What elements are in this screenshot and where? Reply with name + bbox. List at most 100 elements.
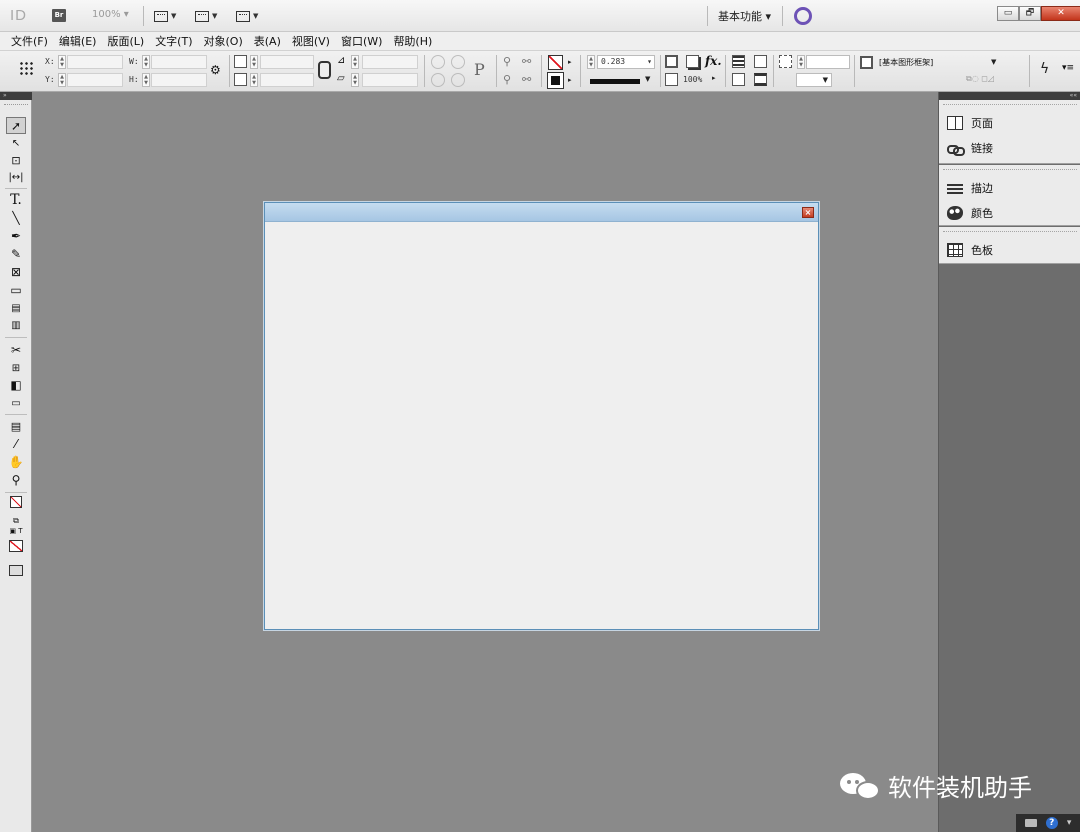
zoom-tool-icon[interactable]: ⚲ — [6, 472, 26, 489]
corner-size-stepper[interactable]: ▲ ▼ — [797, 55, 805, 69]
panel-color[interactable]: 颜色 — [939, 200, 1080, 225]
constrain-proportions-icon[interactable]: ⚙ — [210, 63, 221, 77]
menu-table[interactable]: 表(A) — [254, 33, 281, 49]
zoom-level-dropdown[interactable]: 100% ▾ — [92, 9, 129, 20]
menu-type[interactable]: 文字(T) — [155, 33, 192, 49]
view-options-button[interactable]: ▼ — [154, 7, 184, 25]
chevron-down-icon[interactable]: ▾ — [1067, 818, 1072, 828]
quick-apply-icon[interactable]: ϟ — [1040, 61, 1049, 77]
rectangle-tool-icon[interactable]: ▭ — [6, 282, 26, 299]
arrange-documents-button[interactable]: ▼ — [236, 7, 266, 25]
hand-tool-icon[interactable]: ✋ — [6, 454, 26, 471]
formatting-container-icon[interactable]: ▣ T — [6, 523, 26, 540]
screen-mode-button[interactable]: ▼ — [195, 7, 225, 25]
selection-tool-icon[interactable]: ➚ — [6, 117, 26, 134]
w-field[interactable] — [151, 55, 207, 69]
rotate-stepper[interactable]: ▲ ▼ — [351, 55, 359, 69]
panel-pages[interactable]: 页面 — [939, 110, 1080, 135]
x-stepper[interactable]: ▲ ▼ — [58, 55, 66, 69]
stroke-weight-stepper[interactable]: ▲ ▼ — [587, 55, 595, 69]
flip-horizontal-icon[interactable] — [431, 73, 445, 87]
fill-swatch[interactable] — [548, 55, 563, 70]
h-stepper[interactable]: ▲ ▼ — [142, 73, 150, 87]
pen-tool-icon[interactable]: ✒ — [6, 228, 26, 245]
bridge-button[interactable]: Br — [52, 9, 66, 22]
minimize-button[interactable]: ▭ — [997, 6, 1019, 21]
panel-swatches[interactable]: 色板 — [939, 237, 1080, 262]
stroke-weight-field[interactable]: 0.283 ▾ — [597, 55, 655, 69]
text-wrap-bbox-icon[interactable] — [754, 55, 767, 68]
select-container-icon[interactable]: ⚲ — [503, 55, 511, 68]
menu-help[interactable]: 帮助(H) — [393, 33, 432, 49]
w-stepper[interactable]: ▲ ▼ — [142, 55, 150, 69]
panel-links[interactable]: 链接 — [939, 135, 1080, 160]
stroke-type-dropdown-icon[interactable]: ▼ — [645, 75, 650, 83]
horizontal-grid-tool-icon[interactable]: ▤ — [6, 300, 26, 317]
menu-file[interactable]: 文件(F) — [11, 33, 48, 49]
line-tool-icon[interactable]: ╲ — [6, 210, 26, 227]
rotate-field[interactable] — [362, 55, 418, 69]
frame-fitting-icon[interactable] — [779, 55, 792, 68]
reference-point-icon[interactable] — [19, 61, 34, 76]
y-field[interactable] — [67, 73, 123, 87]
type-tool-icon[interactable]: T. — [6, 192, 26, 209]
opacity-value[interactable]: 100% — [683, 75, 702, 84]
panel-grip[interactable] — [4, 104, 28, 106]
effects-fx-icon[interactable]: fx. — [705, 54, 722, 68]
shadow-toggle-icon[interactable] — [686, 55, 699, 68]
scissors-tool-icon[interactable]: ✂ — [6, 342, 26, 359]
scale-y-field[interactable] — [260, 73, 314, 87]
close-button[interactable]: ✕ — [1041, 6, 1080, 21]
rectangle-frame-tool-icon[interactable]: ⊠ — [6, 264, 26, 281]
direct-selection-tool-icon[interactable]: ↖ — [6, 135, 26, 152]
drop-shadow-icon[interactable] — [665, 55, 678, 68]
corner-shape-dropdown[interactable]: ▼ — [796, 73, 832, 87]
menu-window[interactable]: 窗口(W) — [341, 33, 382, 49]
text-wrap-shape-icon[interactable] — [732, 73, 745, 86]
menu-object[interactable]: 对象(O) — [204, 33, 243, 49]
shear-field[interactable] — [362, 73, 418, 87]
panel-stroke[interactable]: 描边 — [939, 175, 1080, 200]
x-field[interactable] — [67, 55, 123, 69]
rotate-cw-icon[interactable] — [431, 55, 445, 69]
menu-view[interactable]: 视图(V) — [292, 33, 330, 49]
clear-overrides-icon[interactable]: ⧉◌ ◻◿ — [966, 74, 994, 84]
menu-layout[interactable]: 版面(L) — [107, 33, 144, 49]
fill-menu-arrow-icon[interactable]: ▸ — [568, 58, 572, 66]
menu-edit[interactable]: 编辑(E) — [59, 33, 97, 49]
corner-size-field[interactable] — [806, 55, 850, 69]
eyedropper-tool-icon[interactable]: ⁄ — [6, 436, 26, 453]
notes-tool-icon[interactable]: ▤ — [6, 418, 26, 435]
free-transform-tool-icon[interactable]: ⊞ — [6, 360, 26, 377]
keyboard-icon[interactable] — [1024, 819, 1037, 827]
scale-y-stepper[interactable]: ▲ ▼ — [250, 73, 258, 87]
apply-none-icon[interactable] — [6, 540, 26, 557]
panel-menu-icon[interactable]: ▾≡ — [1062, 63, 1074, 73]
shear-stepper[interactable]: ▲ ▼ — [351, 73, 359, 87]
help-icon[interactable]: ? — [1045, 817, 1058, 829]
dialog-close-button[interactable]: × — [802, 207, 814, 218]
opacity-menu-arrow-icon[interactable]: ▸ — [712, 74, 716, 82]
workspace-switcher[interactable]: 基本功能 ▾ — [718, 8, 771, 24]
scale-x-field[interactable] — [260, 55, 314, 69]
dialog-title-bar[interactable]: × — [265, 203, 818, 222]
chevron-down-icon[interactable]: ▼ — [991, 58, 996, 66]
h-field[interactable] — [151, 73, 207, 87]
object-style-dropdown[interactable]: [基本图形框架] — [879, 57, 933, 68]
tools-panel-collapse-icon[interactable]: » — [0, 92, 32, 100]
stroke-type-preview[interactable] — [590, 79, 640, 84]
text-wrap-jump-icon[interactable] — [754, 73, 767, 86]
note-tool-icon[interactable]: ▭ — [6, 395, 26, 412]
select-previous-icon[interactable]: ⚯ — [522, 55, 531, 68]
cs-live-icon[interactable] — [794, 7, 812, 25]
gradient-swatch-tool-icon[interactable]: ◧ — [6, 377, 26, 394]
flip-vertical-icon[interactable] — [451, 73, 465, 87]
text-wrap-none-icon[interactable] — [732, 55, 745, 68]
gap-tool-icon[interactable]: |↔| — [6, 169, 26, 186]
stroke-swatch[interactable] — [547, 72, 564, 89]
rotate-ccw-icon[interactable] — [451, 55, 465, 69]
restore-button[interactable]: 🗗 — [1019, 6, 1041, 21]
chevron-down-icon[interactable]: ▾ — [647, 56, 654, 68]
select-content-icon[interactable]: ⚲ — [503, 73, 511, 86]
stroke-menu-arrow-icon[interactable]: ▸ — [568, 76, 572, 84]
